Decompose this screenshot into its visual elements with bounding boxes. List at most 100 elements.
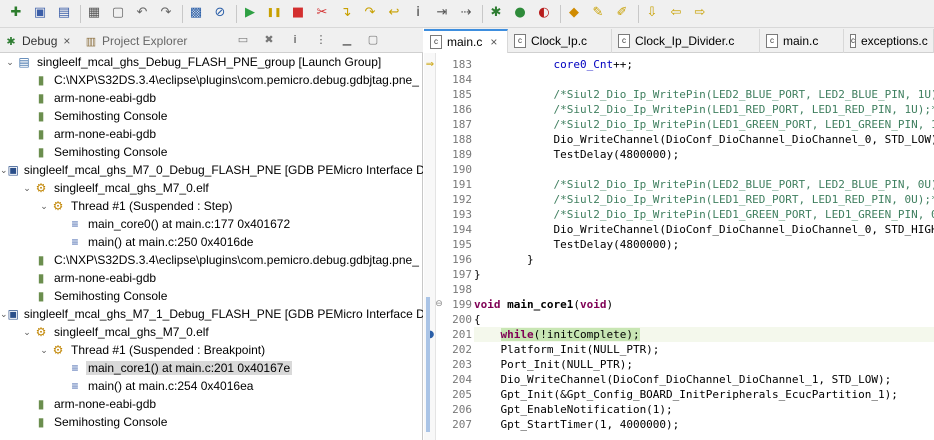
stack-frame-item[interactable]: ≡ main() at main.c:250 0x4016de bbox=[0, 233, 423, 251]
fold-toggle-icon[interactable]: ⊖ bbox=[434, 297, 444, 312]
editor-tab[interactable]: c main.c bbox=[760, 29, 844, 53]
disconnect-icon[interactable]: ✂ bbox=[314, 5, 330, 21]
forward-icon[interactable]: ⇨ bbox=[692, 5, 708, 21]
config-tools-icon[interactable]: ▩ bbox=[188, 5, 204, 21]
chevron-down-icon[interactable]: ⌄ bbox=[21, 179, 33, 197]
redo-icon[interactable]: ↷ bbox=[158, 5, 174, 21]
code-line[interactable]: void main_core1(void) bbox=[474, 297, 934, 312]
tree-item[interactable]: ▮ C:\NXP\S32DS.3.4\eclipse\plugins\com.pe… bbox=[0, 71, 423, 89]
chevron-down-icon[interactable]: ⌄ bbox=[0, 161, 8, 179]
step-over-icon[interactable]: ↷ bbox=[362, 5, 378, 21]
back-icon[interactable]: ⇦ bbox=[668, 5, 684, 21]
code-line[interactable]: Gpt_EnableNotification(1); bbox=[474, 402, 934, 417]
stack-frame-item[interactable]: ≡ main_core1() at main.c:201 0x40167e bbox=[0, 359, 423, 377]
resume-icon[interactable]: ▶ bbox=[242, 5, 258, 21]
code-line[interactable]: Dio_WriteChannel(DioConf_DioChannel_DioC… bbox=[474, 222, 934, 237]
tree-item[interactable]: ⌄ ⚙ singleelf_mcal_ghs_M7_0.elf bbox=[0, 179, 423, 197]
tree-item[interactable]: ▮ Semihosting Console bbox=[0, 287, 423, 305]
code-line[interactable]: /*Siul2_Dio_Ip_WritePin(LED1_GREEN_PORT,… bbox=[474, 207, 934, 222]
debug-menu-icon[interactable]: ✱ bbox=[488, 5, 504, 21]
use-step-filters-icon[interactable]: ⇢ bbox=[458, 5, 474, 21]
tree-item[interactable]: ▮ Semihosting Console bbox=[0, 107, 423, 125]
code-area[interactable]: core0_Cnt++; /*Siul2_Dio_Ip_WritePin(LED… bbox=[474, 53, 934, 440]
code-line[interactable] bbox=[474, 72, 934, 87]
sdk-icon[interactable]: ▢ bbox=[110, 5, 126, 21]
annotation-icon[interactable]: ⇩ bbox=[644, 5, 660, 21]
tree-item[interactable]: ▮ C:\NXP\S32DS.3.4\eclipse\plugins\com.pe… bbox=[0, 251, 423, 269]
terminate-icon[interactable]: ■ bbox=[290, 5, 306, 21]
tree-item[interactable]: ▮ Semihosting Console bbox=[0, 143, 423, 161]
editor-tab[interactable]: c main.c × bbox=[424, 29, 508, 53]
code-line[interactable]: core0_Cnt++; bbox=[474, 57, 934, 72]
close-tab-icon[interactable]: × bbox=[63, 34, 70, 48]
save-icon[interactable]: ▣ bbox=[32, 5, 48, 21]
undo-icon[interactable]: ↶ bbox=[134, 5, 150, 21]
close-tab-icon[interactable]: × bbox=[490, 35, 497, 49]
stack-frame-item[interactable]: ≡ main_core0() at main.c:177 0x401672 bbox=[0, 215, 423, 233]
code-line[interactable]: Dio_WriteChannel(DioConf_DioChannel_DioC… bbox=[474, 132, 934, 147]
chevron-down-icon[interactable]: ⌄ bbox=[4, 53, 16, 71]
build-icon[interactable]: ▦ bbox=[86, 5, 102, 21]
code-line[interactable]: Gpt_Init(&Gpt_Config_BOARD_InitPeriphera… bbox=[474, 387, 934, 402]
code-line[interactable]: Dio_WriteChannel(DioConf_DioChannel_DioC… bbox=[474, 372, 934, 387]
code-line[interactable]: Gpt_StartTimer(1, 4000000); bbox=[474, 417, 934, 432]
suspend-icon[interactable]: ❚❚ bbox=[266, 5, 282, 21]
code-line[interactable]: /*Siul2_Dio_Ip_WritePin(LED1_RED_PORT, L… bbox=[474, 192, 934, 207]
drop-to-frame-icon[interactable]: ⇥ bbox=[434, 5, 450, 21]
breakpoint-skip-icon[interactable]: ⊘ bbox=[212, 5, 228, 21]
open-type-icon[interactable]: ◆ bbox=[566, 5, 582, 21]
instruction-pointer-arrow-icon[interactable]: ⇒ bbox=[424, 57, 436, 72]
code-line[interactable]: /*Siul2_Dio_Ip_WritePin(LED1_GREEN_PORT,… bbox=[474, 117, 934, 132]
tree-item[interactable]: ▮ arm-none-eabi-gdb bbox=[0, 125, 423, 143]
step-return-icon[interactable]: ↩ bbox=[386, 5, 402, 21]
code-line[interactable] bbox=[474, 282, 934, 297]
tab-project-explorer[interactable]: ▥ Project Explorer bbox=[84, 32, 188, 50]
tree-item[interactable]: ⌄ ▣ singleelf_mcal_ghs_M7_1_Debug_FLASH_PN… bbox=[0, 305, 423, 323]
remove-terminated-icon[interactable]: ✖ bbox=[261, 32, 277, 48]
editor-tab[interactable]: c Clock_Ip.c bbox=[508, 29, 612, 53]
code-line[interactable]: /*Siul2_Dio_Ip_WritePin(LED1_RED_PORT, L… bbox=[474, 102, 934, 117]
code-line[interactable]: } bbox=[474, 252, 934, 267]
maximize-icon[interactable]: ▢ bbox=[365, 32, 381, 48]
code-line[interactable]: { bbox=[474, 312, 934, 327]
code-line[interactable]: TestDelay(4800000); bbox=[474, 237, 934, 252]
external-tools-icon[interactable]: ◐ bbox=[536, 5, 552, 21]
collapse-all-icon[interactable]: ▭ bbox=[235, 32, 251, 48]
tree-item[interactable]: ▮ Semihosting Console bbox=[0, 413, 423, 431]
step-into-icon[interactable]: ↴ bbox=[338, 5, 354, 21]
code-line[interactable]: Platform_Init(NULL_PTR); bbox=[474, 342, 934, 357]
code-line[interactable]: } bbox=[474, 267, 934, 282]
save-all-icon[interactable]: ▤ bbox=[56, 5, 72, 21]
tree-item[interactable]: ⌄ ⚙ singleelf_mcal_ghs_M7_0.elf bbox=[0, 323, 423, 341]
view-menu-icon[interactable]: ⋮ bbox=[313, 32, 329, 48]
tree-item[interactable]: ▮ arm-none-eabi-gdb bbox=[0, 395, 423, 413]
chevron-down-icon[interactable]: ⌄ bbox=[38, 341, 50, 359]
run-icon[interactable]: ● bbox=[512, 5, 528, 21]
editor-tab[interactable]: c Clock_Ip_Divider.c bbox=[612, 29, 760, 53]
tab-debug[interactable]: ✱ Debug × bbox=[4, 32, 70, 50]
tree-item[interactable]: ▮ arm-none-eabi-gdb bbox=[0, 269, 423, 287]
tree-item[interactable]: ⌄ ▤ singleelf_mcal_ghs_Debug_FLASH_PNE_gro… bbox=[0, 53, 423, 71]
chevron-down-icon[interactable]: ⌄ bbox=[38, 197, 50, 215]
search-icon[interactable]: ✎ bbox=[590, 5, 606, 21]
editor-tab[interactable]: c exceptions.c bbox=[844, 29, 934, 53]
code-line[interactable]: while(!initComplete); bbox=[474, 327, 934, 342]
code-line[interactable]: /*Siul2_Dio_Ip_WritePin(LED2_BLUE_PORT, … bbox=[474, 177, 934, 192]
code-line[interactable]: /*Siul2_Dio_Ip_WritePin(LED2_BLUE_PORT, … bbox=[474, 87, 934, 102]
thread-item[interactable]: ⌄ ⚙ Thread #1 (Suspended : Breakpoint) bbox=[0, 341, 423, 359]
chevron-down-icon[interactable]: ⌄ bbox=[21, 323, 33, 341]
code-line[interactable]: TestDelay(4800000); bbox=[474, 147, 934, 162]
stack-frame-item[interactable]: ≡ main() at main.c:254 0x4016ea bbox=[0, 377, 423, 395]
pen-icon[interactable]: ✐ bbox=[614, 5, 630, 21]
thread-item[interactable]: ⌄ ⚙ Thread #1 (Suspended : Step) bbox=[0, 197, 423, 215]
instruction-stepping-icon[interactable]: i bbox=[287, 32, 303, 48]
tree-item[interactable]: ⌄ ▣ singleelf_mcal_ghs_M7_0_Debug_FLASH_PN… bbox=[0, 161, 423, 179]
instruction-step-icon[interactable]: i bbox=[410, 5, 426, 21]
code-line[interactable]: Port_Init(NULL_PTR); bbox=[474, 357, 934, 372]
code-line[interactable] bbox=[474, 162, 934, 177]
tree-item[interactable]: ▮ arm-none-eabi-gdb bbox=[0, 89, 423, 107]
new-icon[interactable]: ✚ bbox=[8, 5, 24, 21]
minimize-icon[interactable]: ▁ bbox=[339, 32, 355, 48]
chevron-down-icon[interactable]: ⌄ bbox=[0, 305, 8, 323]
